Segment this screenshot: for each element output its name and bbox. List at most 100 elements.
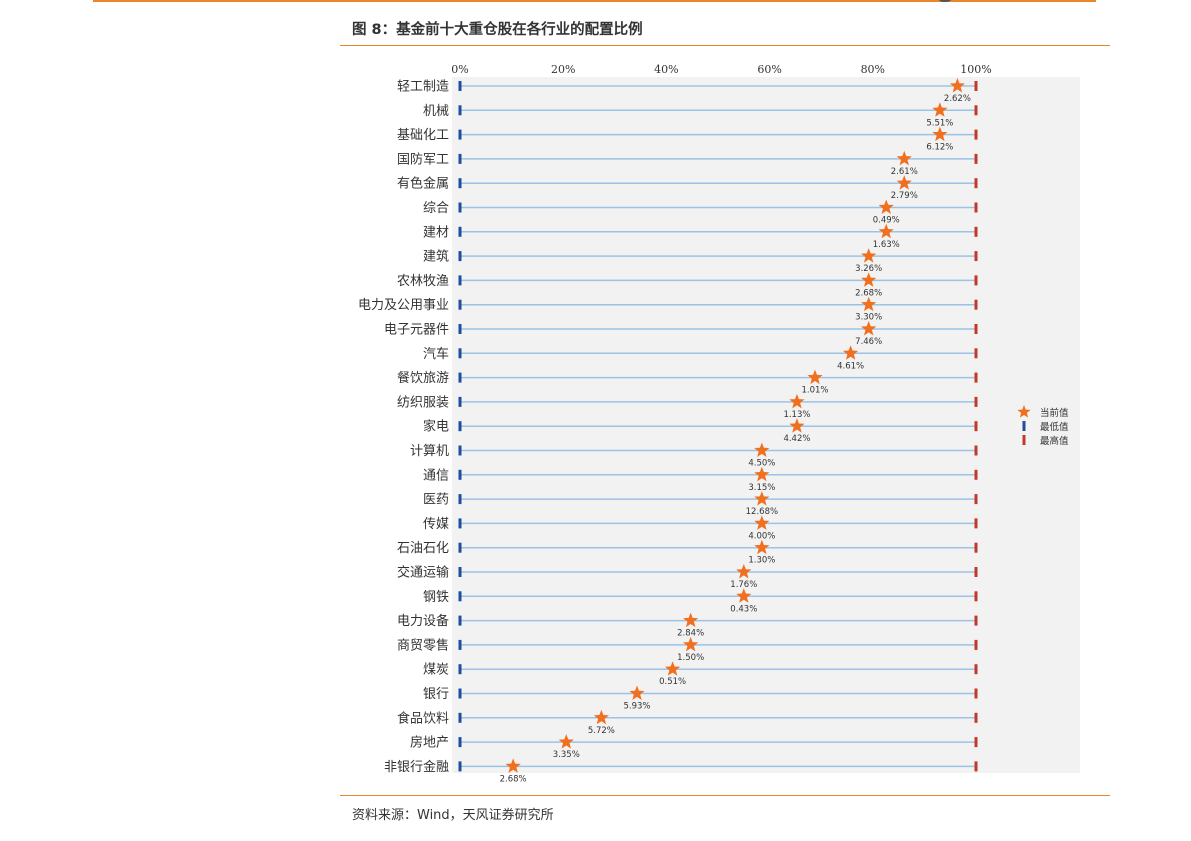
category-label: 纺织服装 <box>397 395 449 410</box>
x-tick-label: 0% <box>451 63 468 76</box>
min-marker <box>458 396 462 407</box>
min-marker <box>458 737 462 748</box>
max-marker <box>974 591 978 602</box>
min-marker <box>458 591 462 602</box>
min-marker <box>458 348 462 359</box>
category-label: 非银行金融 <box>384 759 449 775</box>
category-label: 通信 <box>423 468 449 483</box>
max-marker <box>974 737 978 748</box>
data-label: 1.01% <box>802 386 829 396</box>
category-label: 综合 <box>423 201 449 216</box>
category-label: 家电 <box>423 419 449 435</box>
max-marker <box>974 396 978 407</box>
category-label: 建筑 <box>423 249 449 265</box>
data-label: 3.35% <box>553 750 580 760</box>
min-marker <box>458 639 462 650</box>
category-label: 餐饮旅游 <box>397 370 449 386</box>
min-marker <box>458 712 462 723</box>
data-label: 7.46% <box>855 337 882 347</box>
min-marker <box>458 518 462 529</box>
max-marker <box>974 712 978 723</box>
min-marker <box>458 761 462 772</box>
category-label: 石油石化 <box>397 541 449 556</box>
max-marker <box>974 421 978 432</box>
source-rule <box>340 795 1110 796</box>
legend-max-marker <box>1022 435 1026 445</box>
min-marker <box>458 324 462 334</box>
category-label: 有色金属 <box>397 176 449 192</box>
x-tick-label: 20% <box>551 63 575 76</box>
max-marker <box>974 226 978 237</box>
source-note: 资料来源：Wind，天风证券研究所 <box>352 808 554 823</box>
min-marker <box>458 542 462 553</box>
max-marker <box>974 567 978 577</box>
category-label: 机械 <box>423 104 449 119</box>
min-marker <box>458 664 462 675</box>
min-marker <box>458 469 462 480</box>
category-label: 基础化工 <box>397 128 449 143</box>
x-tick-label: 40% <box>654 63 678 76</box>
min-marker <box>458 299 462 310</box>
legend-label-max: 最高值 <box>1040 435 1069 447</box>
category-label: 汽车 <box>423 346 449 362</box>
legend-min-marker <box>1022 421 1026 431</box>
category-label: 交通运输 <box>397 565 449 581</box>
max-marker <box>974 202 978 213</box>
max-marker <box>974 153 978 164</box>
x-tick-label: 60% <box>757 63 781 76</box>
category-label: 商贸零售 <box>397 637 449 653</box>
max-marker <box>974 299 978 310</box>
data-label: 4.61% <box>837 361 864 371</box>
legend-label-current: 当前值 <box>1040 407 1069 419</box>
data-label: 5.93% <box>623 702 650 712</box>
category-label: 电力及公用事业 <box>358 298 449 313</box>
min-marker <box>458 226 462 237</box>
max-marker <box>974 761 978 772</box>
min-marker <box>458 372 462 383</box>
max-marker <box>974 615 978 626</box>
data-label: 2.62% <box>944 94 971 104</box>
data-label: 1.30% <box>748 556 775 566</box>
data-label: 2.68% <box>500 774 527 784</box>
data-label: 0.51% <box>659 677 686 687</box>
category-label: 医药 <box>423 493 449 508</box>
data-label: 1.50% <box>677 653 704 663</box>
category-label: 传媒 <box>423 517 449 532</box>
min-marker <box>458 178 462 189</box>
category-label: 房地产 <box>410 735 449 751</box>
data-label: 2.79% <box>891 191 918 201</box>
max-marker <box>974 275 978 286</box>
min-marker <box>458 275 462 286</box>
max-marker <box>974 639 978 650</box>
x-tick-label: 80% <box>861 63 885 76</box>
min-marker <box>458 202 462 213</box>
min-marker <box>458 105 462 116</box>
category-label: 轻工制造 <box>397 80 449 95</box>
data-label: 5.72% <box>588 726 615 736</box>
category-label: 建材 <box>423 225 449 240</box>
max-marker <box>974 81 978 91</box>
min-marker <box>458 81 462 91</box>
category-label: 农林牧渔 <box>397 274 449 289</box>
min-marker <box>458 251 462 262</box>
x-tick-label: 100% <box>960 63 991 76</box>
max-marker <box>974 372 978 383</box>
category-label: 钢铁 <box>423 590 449 605</box>
min-marker <box>458 494 462 505</box>
max-marker <box>974 129 978 140</box>
min-marker <box>458 445 462 456</box>
data-label: 6.12% <box>926 143 953 153</box>
max-marker <box>974 469 978 480</box>
max-marker <box>974 348 978 359</box>
min-marker <box>458 129 462 140</box>
max-marker <box>974 105 978 116</box>
max-marker <box>974 542 978 553</box>
min-marker <box>458 688 462 699</box>
max-marker <box>974 445 978 456</box>
legend-label-min: 最低值 <box>1040 421 1069 433</box>
min-marker <box>458 567 462 577</box>
max-marker <box>974 324 978 334</box>
max-marker <box>974 251 978 262</box>
max-marker <box>974 664 978 675</box>
min-marker <box>458 421 462 432</box>
